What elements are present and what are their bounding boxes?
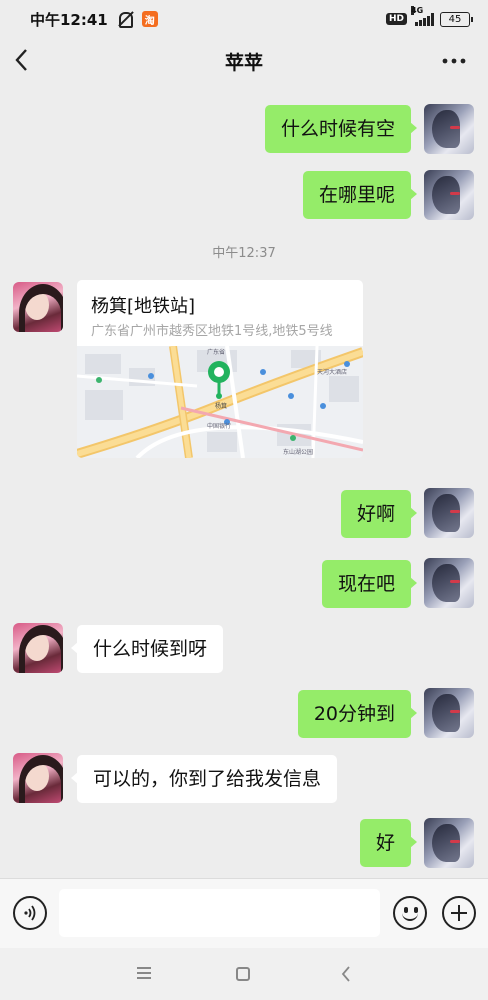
emoji-icon[interactable]	[393, 896, 427, 930]
time-divider: 中午12:37	[212, 246, 276, 261]
more-functions-icon[interactable]	[442, 896, 476, 930]
signal-icon: 4G	[411, 6, 434, 26]
message-bubble[interactable]: 什么时候到呀	[70, 625, 224, 673]
recent-apps-icon[interactable]	[137, 967, 151, 979]
location-name: 杨箕[地铁站]	[91, 296, 196, 317]
my-avatar[interactable]	[424, 104, 474, 154]
contact-avatar[interactable]	[13, 753, 63, 803]
battery-level: 45	[448, 13, 462, 25]
my-avatar[interactable]	[424, 170, 474, 220]
system-navigation-bar	[0, 948, 488, 1000]
hd-icon: HD	[385, 13, 407, 25]
message-bubble[interactable]: 什么时候有空	[264, 105, 418, 153]
more-options-icon[interactable]	[442, 58, 466, 64]
message-bubble[interactable]: 好	[359, 819, 418, 867]
location-card[interactable]: 杨箕[地铁站] 广东省广州市越秀区地铁1号线,地铁5号线 广东省 天河大酒店 中…	[77, 280, 363, 458]
map-label-park: 东山湖公园	[283, 448, 313, 456]
contact-avatar[interactable]	[13, 282, 63, 332]
system-back-icon[interactable]	[340, 966, 352, 982]
chat-header: 苹苹	[0, 38, 488, 84]
taobao-app-icon: 淘	[141, 11, 158, 27]
map-preview: 广东省 天河大酒店 中国银行 东山湖公园 杨箕	[77, 346, 363, 458]
map-label-station-hall: 广东省	[207, 348, 225, 356]
mute-icon	[116, 10, 134, 28]
message-input[interactable]	[59, 889, 380, 937]
message-bubble[interactable]: 可以的，你到了给我发信息	[70, 755, 338, 803]
message-bubble[interactable]: 现在吧	[321, 560, 418, 608]
input-bar	[0, 878, 488, 948]
message-list[interactable]: 什么时候有空 在哪里呢 中午12:37 杨箕[地铁站] 广东省广州市越秀区地铁1…	[0, 84, 488, 878]
message-bubble[interactable]: 20分钟到	[297, 690, 418, 738]
message-bubble[interactable]: 在哪里呢	[302, 171, 418, 219]
map-label-subway: 杨箕	[215, 402, 227, 410]
home-icon[interactable]	[236, 967, 250, 981]
battery-icon: 45	[440, 11, 473, 27]
my-avatar[interactable]	[424, 488, 474, 538]
contact-avatar[interactable]	[13, 623, 63, 673]
message-bubble[interactable]: 好啊	[340, 490, 418, 538]
location-address: 广东省广州市越秀区地铁1号线,地铁5号线	[91, 324, 333, 339]
my-avatar[interactable]	[424, 558, 474, 608]
status-bar: 中午12:41 淘 HD 4G 45	[0, 0, 488, 38]
my-avatar[interactable]	[424, 688, 474, 738]
status-time: 中午12:41	[30, 10, 108, 29]
map-label-bank: 中国银行	[207, 422, 231, 430]
network-type: 4G	[411, 6, 424, 15]
voice-input-icon[interactable]	[13, 896, 47, 930]
map-label-hotel: 天河大酒店	[317, 368, 347, 376]
my-avatar[interactable]	[424, 818, 474, 868]
back-icon[interactable]	[14, 48, 38, 74]
page-title: 苹苹	[224, 51, 263, 74]
